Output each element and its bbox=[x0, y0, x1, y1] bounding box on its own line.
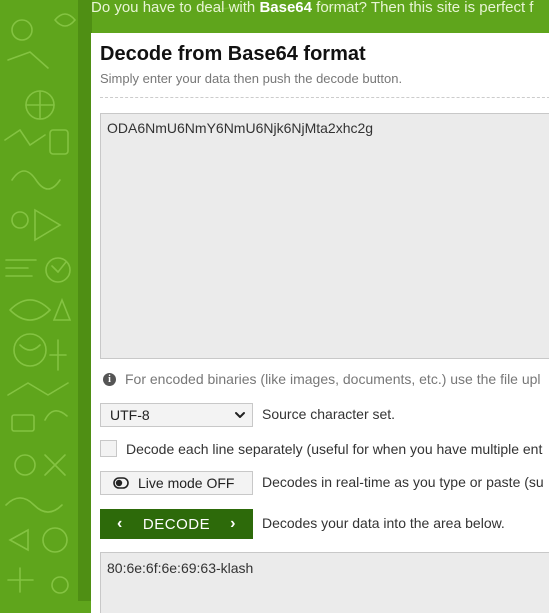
decode-button-label: DECODE bbox=[142, 515, 211, 533]
decoded-output-textarea[interactable]: 80:6e:6f:6e:69:63-klash bbox=[100, 552, 549, 613]
section-divider bbox=[100, 97, 549, 98]
decode-button[interactable]: ‹ DECODE › bbox=[100, 509, 253, 539]
page-subtitle: Simply enter your data then push the dec… bbox=[100, 71, 403, 86]
tagline-text-start: Do you have to deal with bbox=[91, 0, 260, 16]
encoded-input-textarea[interactable]: ODA6NmU6NmY6NmU6Njk6NjMta2xhc2g bbox=[100, 113, 549, 359]
decode-each-line-label[interactable]: Decode each line separately (useful for … bbox=[126, 441, 542, 458]
site-tagline: Do you have to deal with Base64 format? … bbox=[91, 0, 533, 18]
page-title: Decode from Base64 format bbox=[100, 43, 366, 65]
file-upload-hint-text: For encoded binaries (like images, docum… bbox=[125, 371, 541, 387]
decode-each-line-checkbox[interactable] bbox=[100, 440, 117, 457]
decoder-panel: Decode from Base64 format Simply enter y… bbox=[91, 33, 549, 613]
live-mode-button-label: Live mode OFF bbox=[138, 475, 235, 491]
chevron-down-icon bbox=[235, 412, 245, 418]
info-icon: i bbox=[103, 373, 116, 386]
charset-label: Source character set. bbox=[262, 406, 396, 422]
toggle-icon bbox=[113, 477, 129, 489]
charset-selected-value: UTF-8 bbox=[110, 407, 150, 423]
charset-select[interactable]: UTF-8 bbox=[100, 403, 253, 427]
chevron-left-icon: ‹ bbox=[116, 515, 123, 532]
tagline-text-end: format? Then this site is perfect f bbox=[311, 0, 534, 16]
live-mode-button[interactable]: Live mode OFF bbox=[100, 471, 253, 495]
file-upload-hint: i For encoded binaries (like images, doc… bbox=[103, 371, 541, 388]
tagline-highlight: Base64 bbox=[259, 0, 312, 16]
decode-button-description: Decodes your data into the area below. bbox=[262, 515, 505, 531]
chevron-right-icon: › bbox=[230, 515, 236, 532]
live-mode-description: Decodes in real-time as you type or past… bbox=[262, 474, 544, 490]
